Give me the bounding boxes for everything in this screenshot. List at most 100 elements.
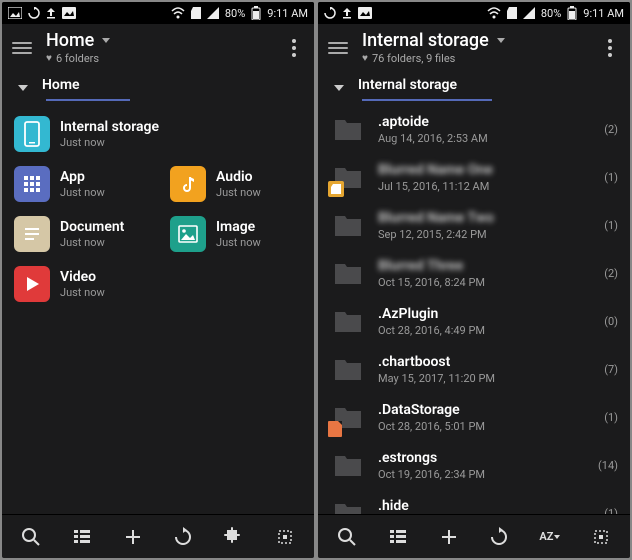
item-label: Image xyxy=(216,219,261,235)
refresh-button[interactable] xyxy=(479,517,519,557)
folder-count: (1) xyxy=(604,507,618,515)
menu-button[interactable] xyxy=(326,36,350,60)
search-button[interactable] xyxy=(11,517,51,557)
add-button[interactable] xyxy=(113,517,153,557)
folder-label: Blurred Name One xyxy=(378,162,592,178)
home-item-app[interactable]: AppJust now xyxy=(2,159,158,209)
title-dropdown[interactable]: Internal storage xyxy=(362,30,598,51)
folder-label: .DataStorage xyxy=(378,402,592,418)
battery-text: 80% xyxy=(541,7,561,20)
folder-row[interactable]: .AzPlugin Oct 28, 2016, 4:49 PM (0) xyxy=(318,297,630,345)
battery-text: 80% xyxy=(225,7,245,20)
play-icon xyxy=(14,266,50,302)
folder-list[interactable]: .aptoide Aug 14, 2016, 2:53 AM (2) Blurr… xyxy=(318,101,630,514)
upload-icon xyxy=(46,7,56,19)
grid-icon xyxy=(14,166,50,202)
item-label: App xyxy=(60,169,105,185)
chevron-down-icon xyxy=(102,38,110,43)
item-label: Internal storage xyxy=(60,119,159,135)
status-bar: 80% 9:11 AM xyxy=(318,2,630,24)
home-item-image[interactable]: ImageJust now xyxy=(158,209,314,259)
folder-label: .AzPlugin xyxy=(378,306,592,322)
folder-sub: Oct 28, 2016, 5:01 PM xyxy=(378,420,592,433)
folder-count: (1) xyxy=(604,171,618,184)
image-icon xyxy=(8,7,22,19)
folder-icon xyxy=(330,111,366,147)
app-header: Internal storage ♥ 76 folders, 9 files xyxy=(318,24,630,69)
heart-icon: ♥ xyxy=(46,53,52,64)
wifi-icon xyxy=(487,7,501,19)
home-item-internal-storage[interactable]: Internal storageJust now xyxy=(2,109,314,159)
item-sub: Just now xyxy=(216,186,261,199)
folder-row[interactable]: .estrongs Oct 19, 2016, 2:34 PM (14) xyxy=(318,441,630,489)
home-item-document[interactable]: DocumentJust now xyxy=(2,209,158,259)
header-title: Home xyxy=(46,30,94,51)
select-button[interactable] xyxy=(581,517,621,557)
folder-count: (1) xyxy=(604,411,618,424)
folder-count: (14) xyxy=(598,459,618,472)
folder-row[interactable]: .DataStorage Oct 28, 2016, 5:01 PM (1) xyxy=(318,393,630,441)
folder-icon xyxy=(330,351,366,387)
folder-label: .hide xyxy=(378,498,592,514)
breadcrumb-current[interactable]: Home xyxy=(42,77,80,99)
phone-icon xyxy=(14,116,50,152)
header-subtitle: 76 folders, 9 files xyxy=(372,52,455,65)
folder-label: .aptoide xyxy=(378,114,592,130)
folder-sub: Aug 14, 2016, 2:53 AM xyxy=(378,132,592,145)
menu-button[interactable] xyxy=(10,36,34,60)
folder-icon xyxy=(330,207,366,243)
overflow-menu-button[interactable] xyxy=(598,36,622,60)
refresh-button[interactable] xyxy=(163,517,203,557)
clock-text: 9:11 AM xyxy=(267,7,308,20)
chevron-down-icon[interactable] xyxy=(18,85,28,91)
add-button[interactable] xyxy=(429,517,469,557)
folder-count: (0) xyxy=(604,315,618,328)
item-label: Document xyxy=(60,219,124,235)
folder-icon xyxy=(330,447,366,483)
folder-sub: Jul 15, 2016, 11:12 AM xyxy=(378,180,592,193)
battery-icon xyxy=(251,6,261,20)
title-dropdown[interactable]: Home xyxy=(46,30,282,51)
extensions-button[interactable] xyxy=(214,517,254,557)
select-button[interactable] xyxy=(265,517,305,557)
home-item-audio[interactable]: AudioJust now xyxy=(158,159,314,209)
item-label: Video xyxy=(60,269,105,285)
folder-sub: Oct 19, 2016, 2:34 PM xyxy=(378,468,586,481)
image-icon xyxy=(170,216,206,252)
left-panel: 80% 9:11 AM Home ♥ 6 folders Home Intern… xyxy=(2,2,314,558)
header-title: Internal storage xyxy=(362,30,489,51)
folder-sub: Oct 15, 2016, 8:24 PM xyxy=(378,276,592,289)
folder-row[interactable]: Blurred Three Oct 15, 2016, 8:24 PM (2) xyxy=(318,249,630,297)
folder-row[interactable]: .chartboost May 15, 2017, 11:20 PM (7) xyxy=(318,345,630,393)
folder-sub: Sep 12, 2015, 2:42 PM xyxy=(378,228,592,241)
chevron-down-icon[interactable] xyxy=(334,85,344,91)
bottom-toolbar xyxy=(2,514,314,558)
doc-icon xyxy=(14,216,50,252)
folder-row[interactable]: .aptoide Aug 14, 2016, 2:53 AM (2) xyxy=(318,105,630,153)
image-icon xyxy=(358,7,372,19)
breadcrumb-current[interactable]: Internal storage xyxy=(358,77,457,99)
signal-icon xyxy=(523,7,535,19)
folder-sub: May 15, 2017, 11:20 PM xyxy=(378,372,592,385)
folder-row[interactable]: Blurred Name Two Sep 12, 2015, 2:42 PM (… xyxy=(318,201,630,249)
view-button[interactable] xyxy=(62,517,102,557)
home-item-video[interactable]: VideoJust now xyxy=(2,259,158,309)
breadcrumb: Home xyxy=(2,69,314,99)
folder-row[interactable]: Blurred Name One Jul 15, 2016, 11:12 AM … xyxy=(318,153,630,201)
wifi-icon xyxy=(171,7,185,19)
upload-icon xyxy=(342,7,352,19)
view-button[interactable] xyxy=(378,517,418,557)
item-sub: Just now xyxy=(60,286,105,299)
sort-button[interactable]: AZ xyxy=(530,517,570,557)
folder-count: (7) xyxy=(604,363,618,376)
folder-row[interactable]: .hide Dec 3, 2016, 2:09 PM (1) xyxy=(318,489,630,514)
note-icon xyxy=(170,166,206,202)
search-button[interactable] xyxy=(327,517,367,557)
item-label: Audio xyxy=(216,169,261,185)
sync-icon xyxy=(324,7,336,19)
heart-icon: ♥ xyxy=(362,53,368,64)
folder-label: .estrongs xyxy=(378,450,586,466)
item-sub: Just now xyxy=(216,236,261,249)
overflow-menu-button[interactable] xyxy=(282,36,306,60)
item-sub: Just now xyxy=(60,186,105,199)
